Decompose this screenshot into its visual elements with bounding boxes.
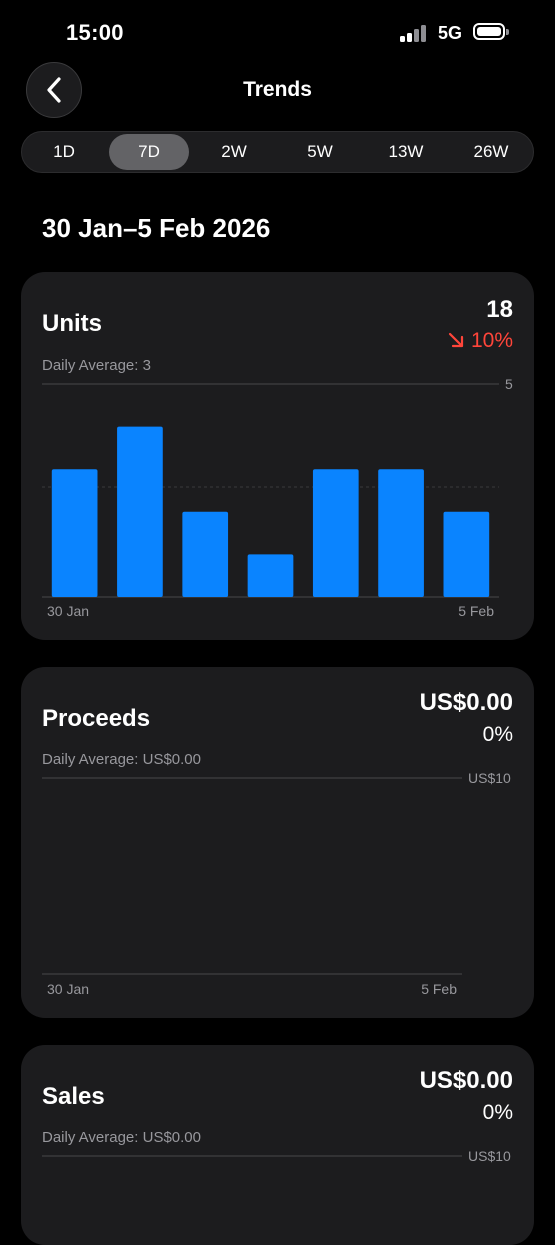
- x-axis-end-label: 5 Feb: [421, 981, 457, 997]
- signal-icon: [400, 24, 430, 42]
- period-26w[interactable]: 26W: [451, 134, 531, 170]
- x-axis-start-label: 30 Jan: [47, 603, 89, 619]
- proceeds-chart: US$10 30 Jan 5 Feb: [42, 770, 511, 997]
- proceeds-card[interactable]: Proceeds US$0.00 0% Daily Average: US$0.…: [21, 667, 534, 1018]
- y-axis-max-label: US$10: [468, 1148, 511, 1164]
- y-axis-max-label: US$10: [468, 770, 511, 786]
- bar-3-feb: [312, 469, 359, 597]
- period-5w[interactable]: 5W: [280, 134, 360, 170]
- page-title: Trends: [243, 78, 312, 101]
- bar-31-jan: [117, 426, 163, 597]
- battery-icon: [473, 23, 509, 40]
- x-axis-end-label: 5 Feb: [458, 603, 494, 619]
- period-selector: 1D 7D 2W 5W 13W 26W: [21, 131, 534, 173]
- bar-30-jan: [51, 469, 98, 597]
- period-2w[interactable]: 2W: [194, 134, 274, 170]
- period-1d[interactable]: 1D: [24, 134, 104, 170]
- bar-2-feb: [247, 554, 294, 597]
- period-13w[interactable]: 13W: [366, 134, 446, 170]
- bar-4-feb: [378, 469, 424, 597]
- bar-5-feb: [443, 511, 490, 597]
- y-axis-max-label: 5: [505, 376, 513, 392]
- bar-1-feb: [182, 511, 229, 597]
- status-time: 15:00: [66, 20, 124, 45]
- period-7d[interactable]: 7D: [109, 134, 189, 170]
- sales-card[interactable]: Sales US$0.00 0% Daily Average: US$0.00 …: [21, 1045, 534, 1245]
- units-card[interactable]: Units 18 10% Daily Average: 3 5 30 Jan 5…: [21, 272, 534, 640]
- units-chart: 5 30 Jan 5 Feb: [42, 376, 513, 619]
- status-bar: 15:00 5G: [0, 0, 555, 64]
- date-range: 30 Jan–5 Feb 2026: [42, 213, 271, 243]
- sales-chart: US$10: [42, 1148, 511, 1164]
- x-axis-start-label: 30 Jan: [47, 981, 89, 997]
- network-type: 5G: [438, 23, 463, 43]
